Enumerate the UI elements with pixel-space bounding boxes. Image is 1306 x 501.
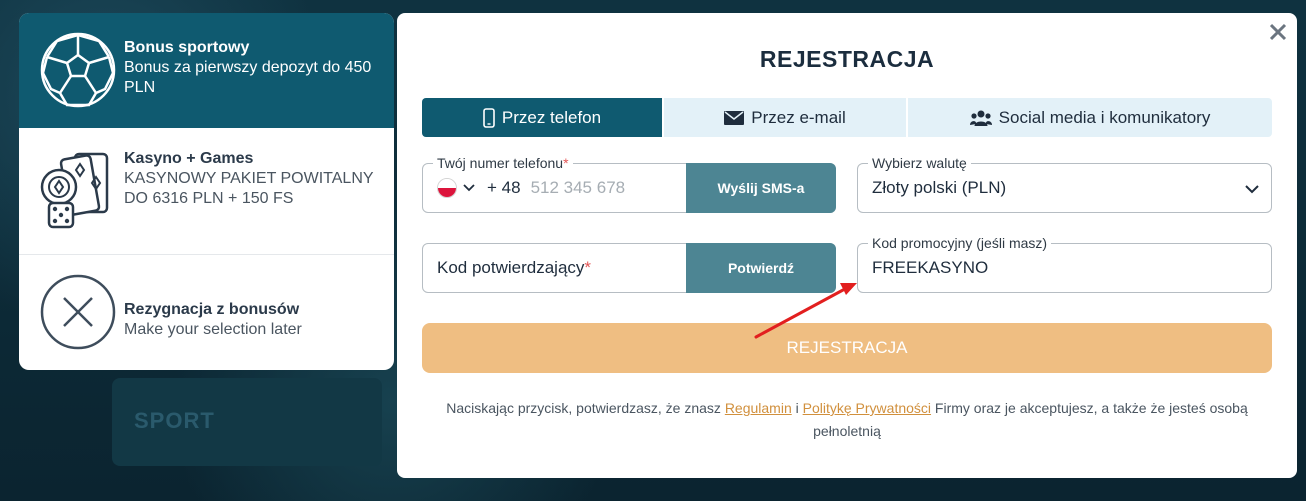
phone-prefix: + 48 [487,178,521,197]
close-icon[interactable] [1267,21,1289,43]
chevron-down-icon[interactable] [463,183,475,193]
tab-label: Social media i komunikatory [998,107,1211,127]
confirm-button[interactable]: Potwierdź [686,243,836,293]
bonus-description: KASYNOWY PAKIET POWITALNY DO 6316 PLN + … [124,170,374,207]
phone-icon [483,107,495,128]
bonus-option-none[interactable]: Rezygnacja z bonusów Make your selection… [19,255,394,370]
bonus-description: Make your selection later [124,321,302,338]
legal-notice: Naciskając przycisk, potwierdzasz, że zn… [446,400,1248,439]
poland-flag-icon[interactable] [437,178,457,198]
privacy-link[interactable]: Politykę Prywatności [803,400,931,416]
phone-field[interactable]: Twój numer telefonu* + 48 512 345 678 Wy… [422,155,836,213]
registration-tabs: Przez telefon Przez e-mail Social media … [422,98,1272,137]
tab-label: Przez telefon [501,107,602,127]
bonus-description: Bonus za pierwszy depozyt do 450 PLN [124,59,372,96]
bonus-panel: Bonus sportowy Bonus za pierwszy depozyt… [19,13,394,370]
tab-phone[interactable]: Przez telefon [422,98,664,137]
promo-code-input[interactable]: FREEKASYNO [872,244,988,292]
soccer-ball-icon [40,32,116,108]
currency-value: Złoty polski (PLN) [872,178,1007,197]
phone-input[interactable]: 512 345 678 [531,178,626,198]
tab-email[interactable]: Przez e-mail [664,98,908,137]
confirmation-code-field[interactable]: Kod potwierdzający * Potwierdź [422,243,836,293]
send-sms-button[interactable]: Wyślij SMS-a [686,163,836,213]
registration-modal: REJESTRACJA Przez telefon Przez e-mail S… [397,13,1297,478]
terms-link[interactable]: Regulamin [725,400,792,416]
phone-input-row: + 48 512 345 678 [437,164,625,212]
casino-icon [40,152,109,229]
bonus-option-casino[interactable]: Kasyno + Games KASYNOWY PAKIET POWITALNY… [19,129,394,255]
close-circle-icon [40,274,116,350]
users-icon [969,110,992,126]
sport-tile-label: SPORT [134,408,215,433]
tab-label: Przez e-mail [751,107,846,127]
bonus-sport-text: Bonus sportowy Bonus za pierwszy depozyt… [124,38,374,98]
tab-social[interactable]: Social media i komunikatory [908,98,1272,137]
promo-code-field[interactable]: Kod promocyjny (jeśli masz) FREEKASYNO [857,235,1272,293]
currency-select[interactable]: Wybierz walutę Złoty polski (PLN) [857,155,1272,213]
register-button[interactable]: REJESTRACJA [422,323,1272,373]
bonus-option-sport[interactable]: Bonus sportowy Bonus za pierwszy depozyt… [19,13,394,128]
chevron-down-icon[interactable] [1245,184,1259,194]
modal-title: REJESTRACJA [759,46,935,72]
bonus-title: Kasyno + Games [124,150,254,167]
envelope-icon [724,110,745,125]
confirmation-code-input[interactable]: Kod potwierdzający * [437,244,591,292]
bonus-title: Bonus sportowy [124,39,250,56]
bonus-title: Rezygnacja z bonusów [124,301,300,318]
bonus-none-text: Rezygnacja z bonusów Make your selection… [124,300,374,340]
bonus-casino-text: Kasyno + Games KASYNOWY PAKIET POWITALNY… [124,149,374,209]
